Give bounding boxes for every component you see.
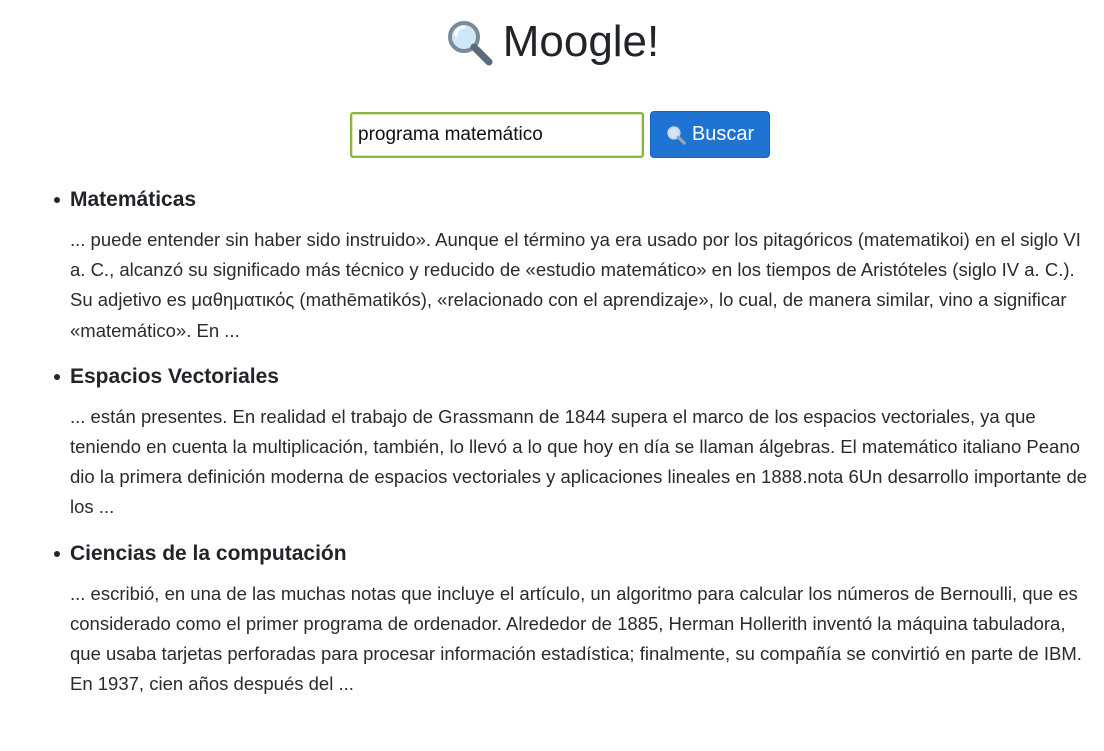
result-title[interactable]: Matemáticas <box>70 184 1094 216</box>
bullet-icon <box>54 373 60 380</box>
search-input[interactable] <box>350 111 644 158</box>
result-item: Ciencias de la computación ... escribió,… <box>50 538 1094 700</box>
search-bar: Buscar <box>350 111 770 158</box>
results-list: Matemáticas ... puede entender sin haber… <box>50 184 1094 714</box>
app-title: Moogle! <box>502 17 660 66</box>
result-item: Matemáticas ... puede entender sin haber… <box>50 184 1094 346</box>
result-title[interactable]: Espacios Vectoriales <box>70 361 1094 393</box>
search-button-label: Buscar <box>691 123 755 145</box>
result-snippet: ... están presentes. En realidad el trab… <box>70 405 1088 518</box>
bullet-icon <box>54 550 60 557</box>
page-header: Moogle! <box>0 14 1104 74</box>
search-button[interactable]: Buscar <box>650 111 770 158</box>
result-item: Espacios Vectoriales ... están presentes… <box>50 361 1094 523</box>
result-title[interactable]: Ciencias de la computación <box>70 538 1094 570</box>
title-wrap: Moogle! <box>445 14 660 70</box>
bullet-icon <box>54 197 60 203</box>
magnifier-icon <box>666 125 686 145</box>
result-snippet: ... puede entender sin haber sido instru… <box>70 229 1081 341</box>
result-snippet: ... escribió, en una de las muchas notas… <box>70 582 1082 695</box>
magnifier-icon <box>445 18 493 66</box>
